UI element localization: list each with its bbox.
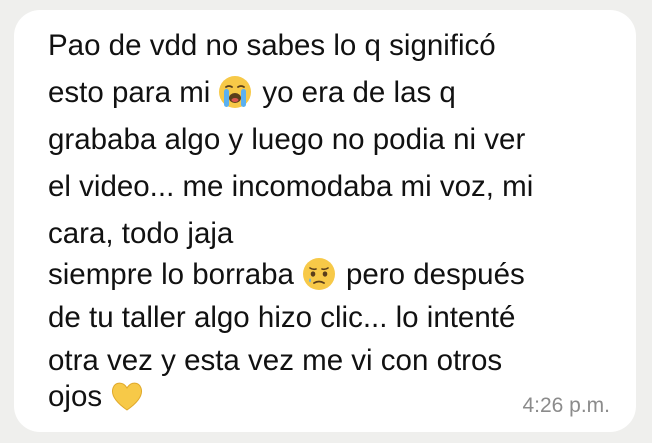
message-text: el video... me incomodaba mi voz, mi	[48, 170, 534, 203]
message-line: cara, todo jaja	[48, 212, 233, 256]
message-text: de tu taller algo hizo clic... lo intent…	[48, 301, 516, 334]
message-line: esto para mi yo era de las q	[48, 71, 456, 115]
message-text: otra vez y esta vez me vi con otros	[48, 344, 503, 377]
message-line: de tu taller algo hizo clic... lo intent…	[48, 296, 515, 340]
message-line: grababa algo y luego no podia ni ver	[48, 118, 525, 162]
message-timestamp: 4:26 p.m.	[522, 394, 610, 417]
loudly-crying-face-icon	[218, 75, 252, 109]
message-text: ojos	[48, 380, 103, 413]
message-text: pero después	[345, 258, 525, 291]
yellow-heart-icon	[110, 379, 144, 413]
message-text: siempre lo borraba	[48, 258, 294, 291]
message-text: yo era de las q	[262, 76, 456, 109]
message-line: siempre lo borraba pero después	[48, 253, 525, 297]
message-text: cara, todo jaja	[48, 217, 234, 250]
message-bubble[interactable]: Pao de vdd no sabes lo q significó esto …	[14, 10, 636, 432]
message-line: Pao de vdd no sabes lo q significó	[48, 24, 496, 68]
message-line: el video... me incomodaba mi voz, mi	[48, 165, 533, 209]
face-holding-back-tears-icon	[302, 257, 336, 291]
message-text: Pao de vdd no sabes lo q significó	[48, 29, 496, 62]
message-line: ojos	[48, 375, 154, 419]
message-text: esto para mi	[48, 76, 211, 109]
message-text: grababa algo y luego no podia ni ver	[48, 123, 526, 156]
